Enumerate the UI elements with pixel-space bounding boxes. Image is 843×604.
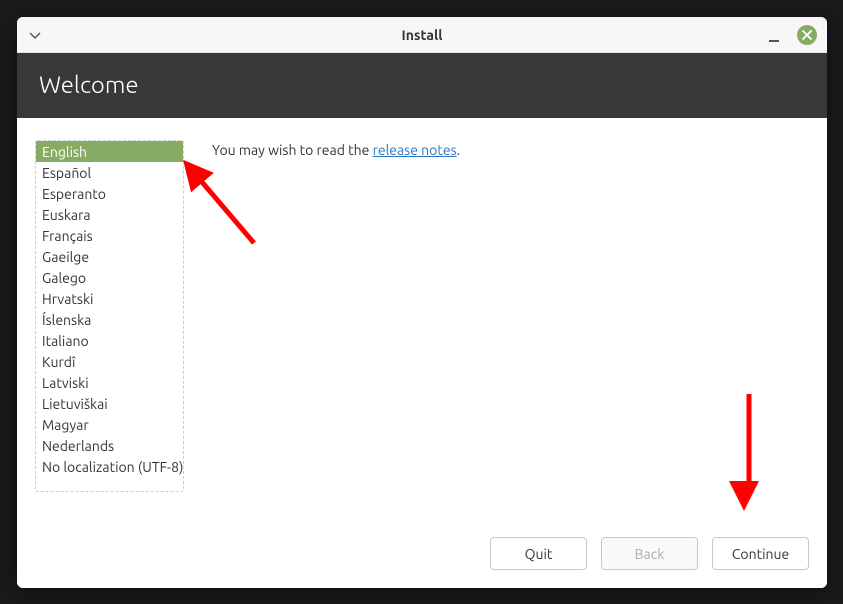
minimize-button[interactable] bbox=[767, 28, 781, 42]
release-notes-link[interactable]: release notes bbox=[373, 142, 457, 158]
language-option[interactable]: Lietuviškai bbox=[36, 393, 183, 414]
hint-prefix: You may wish to read the bbox=[212, 142, 373, 158]
continue-button[interactable]: Continue bbox=[712, 537, 809, 570]
window-menu-button[interactable] bbox=[29, 26, 41, 44]
content-area: EnglishEspañolEsperantoEuskaraFrançaisGa… bbox=[17, 118, 827, 588]
language-option[interactable]: Español bbox=[36, 162, 183, 183]
language-option[interactable]: English bbox=[36, 141, 183, 162]
page-title: Welcome bbox=[39, 71, 805, 98]
language-option[interactable]: Galego bbox=[36, 267, 183, 288]
release-notes-hint: You may wish to read the release notes. bbox=[212, 142, 460, 570]
language-option[interactable]: Euskara bbox=[36, 204, 183, 225]
quit-button[interactable]: Quit bbox=[490, 537, 587, 570]
close-icon bbox=[802, 30, 812, 40]
step-header: Welcome bbox=[17, 53, 827, 118]
chevron-down-icon bbox=[29, 26, 41, 34]
button-row: Quit Back Continue bbox=[490, 537, 809, 570]
language-option[interactable]: No localization (UTF-8) bbox=[36, 456, 183, 477]
language-option[interactable]: Italiano bbox=[36, 330, 183, 351]
language-list[interactable]: EnglishEspañolEsperantoEuskaraFrançaisGa… bbox=[35, 140, 184, 492]
window-title: Install bbox=[17, 27, 827, 43]
install-window: Install Welcome EnglishEspañolEsperantoE… bbox=[17, 17, 827, 588]
back-button: Back bbox=[601, 537, 698, 570]
hint-suffix: . bbox=[457, 142, 460, 158]
language-option[interactable]: Nederlands bbox=[36, 435, 183, 456]
close-button[interactable] bbox=[797, 25, 817, 45]
language-option[interactable]: Magyar bbox=[36, 414, 183, 435]
language-option[interactable]: Gaeilge bbox=[36, 246, 183, 267]
language-option[interactable]: Hrvatski bbox=[36, 288, 183, 309]
titlebar: Install bbox=[17, 17, 827, 53]
language-option[interactable]: Esperanto bbox=[36, 183, 183, 204]
language-option[interactable]: Íslenska bbox=[36, 309, 183, 330]
language-option[interactable]: Kurdî bbox=[36, 351, 183, 372]
language-option[interactable]: Latviski bbox=[36, 372, 183, 393]
language-option[interactable]: Français bbox=[36, 225, 183, 246]
